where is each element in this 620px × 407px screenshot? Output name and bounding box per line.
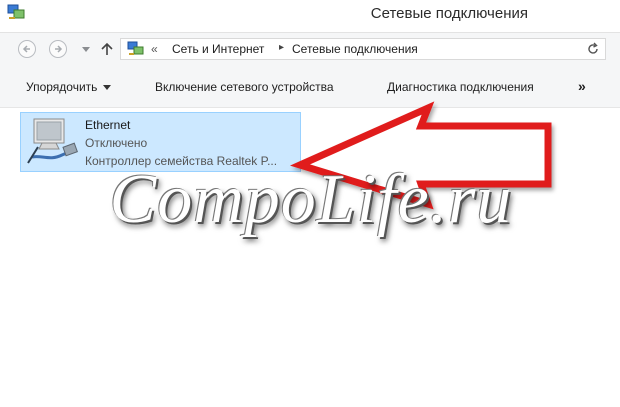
- watermark-text: CompoLife.ru: [109, 161, 513, 238]
